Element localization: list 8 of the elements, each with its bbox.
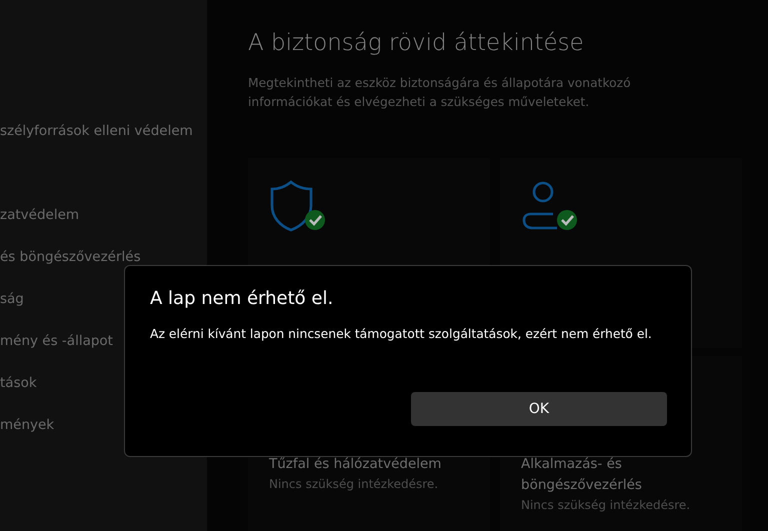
tile-title: Alkalmazás- és böngészővezérlés (521, 454, 643, 495)
page-description: Megtekintheti az eszköz biztonságára és állapotára vonatkozó információkat és elvégezheti a szükséges műveleteket. (248, 74, 632, 111)
tile-status: Nincs szükség intézkedésre. (269, 476, 440, 493)
tile-status: Nincs szükség intézkedésre. (521, 496, 692, 514)
page-title: A biztonság rövid áttekintése (248, 30, 585, 58)
dialog-message: Az elérni kívánt lapon nincsenek támogatott szolgáltatások, ezért nem érhető el. (150, 324, 653, 343)
dialog-title: A lap nem érhető el. (150, 288, 334, 310)
tile-title: Tűzfal és hálózatvédelem (269, 454, 442, 474)
